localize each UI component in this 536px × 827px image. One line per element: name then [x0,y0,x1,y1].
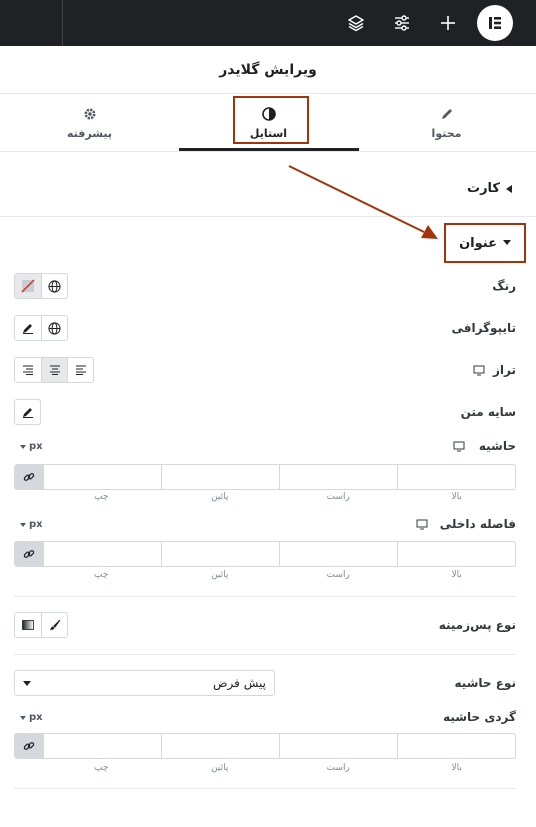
margin-right-input[interactable] [279,465,397,489]
control-label-text-shadow: سایه متن [460,405,516,419]
border-radius-unit-selector[interactable]: px [20,712,43,723]
dim-label-bottom: پائین [211,492,229,502]
dim-label-left: چپ [94,492,109,502]
background-type-buttons [14,612,68,638]
padding-right-input[interactable] [279,542,397,566]
align-center-icon[interactable] [41,358,67,382]
dim-label-top: بالا [451,570,462,580]
caret-down-icon [502,240,511,246]
dim-label-right: راست [326,492,350,502]
dim-label-left: چپ [94,570,109,580]
control-label-typography: تایپوگرافی [451,321,517,335]
link-icon[interactable] [15,542,43,566]
control-label-background-type: نوع پس‌زمینه [438,618,516,632]
chevron-down-icon [20,715,26,720]
link-icon[interactable] [15,734,43,758]
color-swatch[interactable] [15,274,41,298]
desktop-icon[interactable] [473,365,485,376]
margin-label: حاشیه [478,439,516,453]
globe-icon[interactable] [41,316,67,340]
border-radius-unit: px [29,712,43,723]
padding-top-input[interactable] [397,542,515,566]
separator [14,596,516,597]
padding-left-input[interactable] [43,542,161,566]
margin-unit-selector[interactable]: px [20,441,43,452]
dim-label-top: بالا [451,492,462,502]
radius-left-input[interactable] [43,734,161,758]
margin-dimensions [14,464,516,490]
border-type-value: پیش فرض [213,676,266,690]
radius-right-input[interactable] [279,734,397,758]
padding-unit: px [29,519,43,530]
gradient-icon[interactable] [15,613,41,637]
text-shadow-edit-button[interactable] [14,399,41,425]
padding-dimension-labels: چپ پائین راست بالا [42,570,516,580]
border-type-select[interactable]: پیش فرض [14,670,275,696]
control-label-padding: فاصله داخلی [416,517,516,531]
globe-icon[interactable] [41,274,67,298]
radius-bottom-input[interactable] [161,734,279,758]
padding-label: فاصله داخلی [439,517,516,531]
border-radius-dimensions [14,733,516,759]
pencil-icon [22,406,34,418]
annotation-arrow [288,165,438,239]
dim-label-top: بالا [451,763,462,773]
align-left-icon[interactable] [67,358,93,382]
margin-top-input[interactable] [397,465,515,489]
padding-unit-selector[interactable]: px [20,519,43,530]
dim-label-right: راست [326,570,350,580]
control-label-margin: حاشیه [453,439,516,453]
brush-icon[interactable] [41,613,67,637]
separator [14,654,516,655]
color-control-buttons [14,273,68,299]
margin-dimension-labels: چپ پائین راست بالا [42,492,516,502]
section-heading-header[interactable]: عنوان [444,223,526,263]
align-right-icon[interactable] [15,358,41,382]
dim-label-right: راست [326,763,350,773]
typography-control-buttons [14,315,68,341]
alignment-label: تراز [493,363,516,377]
control-label-border-radius: گردی حاشیه [443,710,516,724]
margin-unit: px [29,441,43,452]
dim-label-bottom: پائین [211,570,229,580]
dim-label-bottom: پائین [211,763,229,773]
padding-bottom-input[interactable] [161,542,279,566]
chevron-down-icon [20,522,26,527]
border-radius-dimension-labels: چپ پائین راست بالا [42,763,516,773]
dim-label-left: چپ [94,763,109,773]
section-heading-label: عنوان [459,235,497,251]
control-label-border-type: نوع حاشیه [454,676,516,690]
control-label-alignment: تراز [473,363,516,377]
control-label-color: رنگ [492,279,516,293]
chevron-down-icon [20,444,26,449]
chevron-down-icon [23,680,31,686]
alignment-buttons [14,357,94,383]
desktop-icon[interactable] [416,519,428,530]
desktop-icon[interactable] [453,441,465,452]
radius-top-input[interactable] [397,734,515,758]
margin-bottom-input[interactable] [161,465,279,489]
margin-left-input[interactable] [43,465,161,489]
pencil-icon[interactable] [15,316,41,340]
link-icon[interactable] [15,465,43,489]
separator [14,788,516,789]
padding-dimensions [14,541,516,567]
